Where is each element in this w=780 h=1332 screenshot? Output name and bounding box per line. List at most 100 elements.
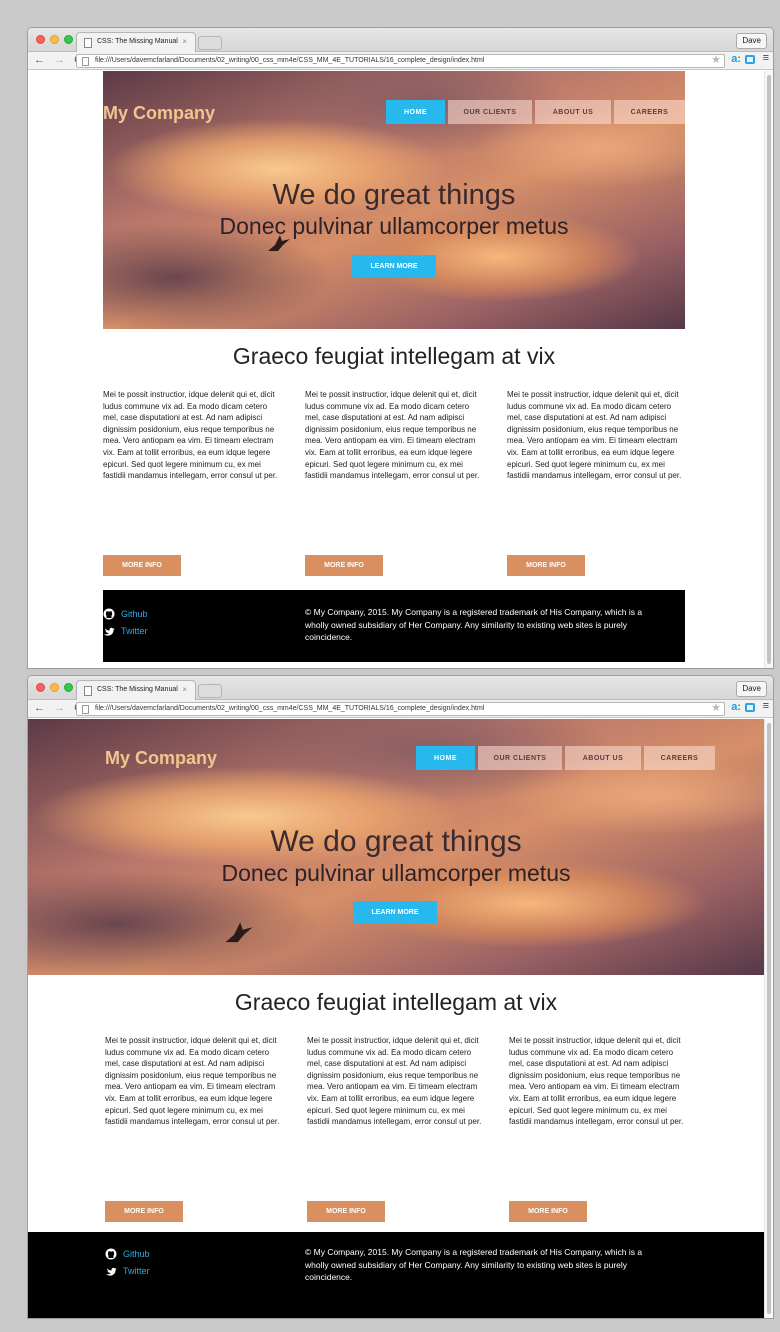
browser-window-1: CSS: The Missing Manual × Dave ← → C fil… [28,28,773,668]
column-text: Mei te possit instructior, idque delenit… [105,1036,280,1127]
browser-titlebar: CSS: The Missing Manual × Dave [28,676,773,700]
nav-our-clients[interactable]: OUR CLIENTS [448,100,532,124]
nav-careers[interactable]: CAREERS [614,100,685,124]
github-label: Github [121,609,148,619]
back-arrow-icon[interactable]: ← [34,54,48,66]
github-label: Github [123,1249,150,1259]
bird-icon [225,922,253,943]
tab-close-icon[interactable]: × [182,37,187,46]
twitter-link[interactable]: Twitter [105,1265,150,1277]
column: Mei te possit instructior, idque delenit… [509,1035,687,1222]
nav-careers[interactable]: CAREERS [644,746,715,770]
nav-about-us[interactable]: ABOUT US [565,746,641,770]
browser-tab[interactable]: CSS: The Missing Manual × [76,32,196,52]
section-title: Graeco feugiat intellegam at vix [234,989,558,1015]
twitter-icon [106,1267,117,1276]
address-bar[interactable]: file:///Users/davemcfarland/Documents/02… [76,702,725,716]
hero-banner: My Company HOME OUR CLIENTS ABOUT US CAR… [103,71,685,329]
browser-titlebar: CSS: The Missing Manual × Dave [28,28,773,52]
page-icon [82,57,89,66]
site-footer: Github Twitter © My Company, 2015. My Co… [103,590,685,662]
hero-banner: My Company HOME OUR CLIENTS ABOUT US CAR… [28,719,764,975]
bookmark-star-icon[interactable]: ★ [711,53,721,66]
more-info-button[interactable]: MORE INFO [305,555,383,576]
column: Mei te possit instructior, idque delenit… [103,389,281,576]
minimize-window-button[interactable] [50,35,59,44]
columns: Mei te possit instructior, idque delenit… [103,389,685,576]
tab-close-icon[interactable]: × [182,685,187,694]
minimize-window-button[interactable] [50,683,59,692]
page-viewport: My Company HOME OUR CLIENTS ABOUT US CAR… [28,71,773,668]
forward-arrow-icon[interactable]: → [54,702,68,714]
twitter-link[interactable]: Twitter [103,625,148,637]
more-info-button[interactable]: MORE INFO [105,1201,183,1222]
learn-more-button[interactable]: LEARN MORE [352,255,436,277]
back-arrow-icon[interactable]: ← [34,702,48,714]
address-url: file:///Users/davemcfarland/Documents/02… [95,57,485,64]
learn-more-button[interactable]: LEARN MORE [353,901,437,923]
zoom-window-button[interactable] [64,35,73,44]
column-text: Mei te possit instructior, idque delenit… [305,390,480,481]
close-window-button[interactable] [36,35,45,44]
column-text: Mei te possit instructior, idque delenit… [509,1036,684,1127]
profile-button[interactable]: Dave [736,33,767,49]
browser-tab[interactable]: CSS: The Missing Manual × [76,680,196,700]
tab-title: CSS: The Missing Manual [97,686,178,693]
amazon-extension-icon[interactable]: a: [731,53,741,65]
scrollbar[interactable] [764,719,773,1318]
company-logo[interactable]: My Company [105,748,217,769]
scrollbar[interactable] [764,71,773,668]
hero-title: We do great things [270,825,522,858]
document-icon [84,686,92,696]
new-tab-button[interactable] [198,684,222,698]
window-controls [36,683,73,692]
site-footer: Github Twitter © My Company, 2015. My Co… [28,1232,764,1318]
address-bar[interactable]: file:///Users/davemcfarland/Documents/02… [76,54,725,68]
browser-toolbar: ← → C file:///Users/davemcfarland/Docume… [28,700,773,718]
hero-subtitle: Donec pulvinar ullamcorper metus [219,213,569,239]
github-link[interactable]: Github [103,608,148,620]
browser-toolbar: ← → C file:///Users/davemcfarland/Docume… [28,52,773,70]
close-window-button[interactable] [36,683,45,692]
page-viewport: My Company HOME OUR CLIENTS ABOUT US CAR… [28,719,773,1318]
menu-icon[interactable]: ≡ [763,52,769,64]
scrollbar-thumb[interactable] [767,723,771,1314]
column-text: Mei te possit instructior, idque delenit… [507,390,682,481]
new-tab-button[interactable] [198,36,222,50]
page-icon [82,705,89,714]
twitter-label: Twitter [123,1266,150,1276]
company-logo[interactable]: My Company [103,103,215,124]
bookmark-star-icon[interactable]: ★ [711,701,721,714]
address-url: file:///Users/davemcfarland/Documents/02… [95,705,485,712]
nav-home[interactable]: HOME [416,746,475,770]
nav-about-us[interactable]: ABOUT US [535,100,611,124]
footer-copyright: © My Company, 2015. My Company is a regi… [305,607,643,642]
forward-arrow-icon[interactable]: → [54,54,68,66]
github-icon [103,608,115,620]
nav-our-clients[interactable]: OUR CLIENTS [478,746,562,770]
camera-extension-icon[interactable] [745,703,755,712]
column: Mei te possit instructior, idque delenit… [307,1035,485,1222]
column: Mei te possit instructior, idque delenit… [305,389,483,576]
nav-home[interactable]: HOME [386,100,445,124]
tab-title: CSS: The Missing Manual [97,38,178,45]
amazon-extension-icon[interactable]: a: [731,701,741,713]
main-nav: HOME OUR CLIENTS ABOUT US CAREERS [386,100,685,124]
hero-subtitle: Donec pulvinar ullamcorper metus [221,860,571,886]
social-links: Github Twitter [105,1248,150,1282]
footer-copyright: © My Company, 2015. My Company is a regi… [305,1247,643,1282]
more-info-button[interactable]: MORE INFO [103,555,181,576]
profile-button[interactable]: Dave [736,681,767,697]
twitter-icon [104,627,115,636]
zoom-window-button[interactable] [64,683,73,692]
twitter-label: Twitter [121,626,148,636]
more-info-button[interactable]: MORE INFO [509,1201,587,1222]
more-info-button[interactable]: MORE INFO [507,555,585,576]
website-wide: My Company HOME OUR CLIENTS ABOUT US CAR… [28,719,764,1318]
camera-extension-icon[interactable] [745,55,755,64]
github-link[interactable]: Github [105,1248,150,1260]
scrollbar-thumb[interactable] [767,75,771,664]
column-text: Mei te possit instructior, idque delenit… [103,390,278,481]
menu-icon[interactable]: ≡ [763,700,769,712]
more-info-button[interactable]: MORE INFO [307,1201,385,1222]
